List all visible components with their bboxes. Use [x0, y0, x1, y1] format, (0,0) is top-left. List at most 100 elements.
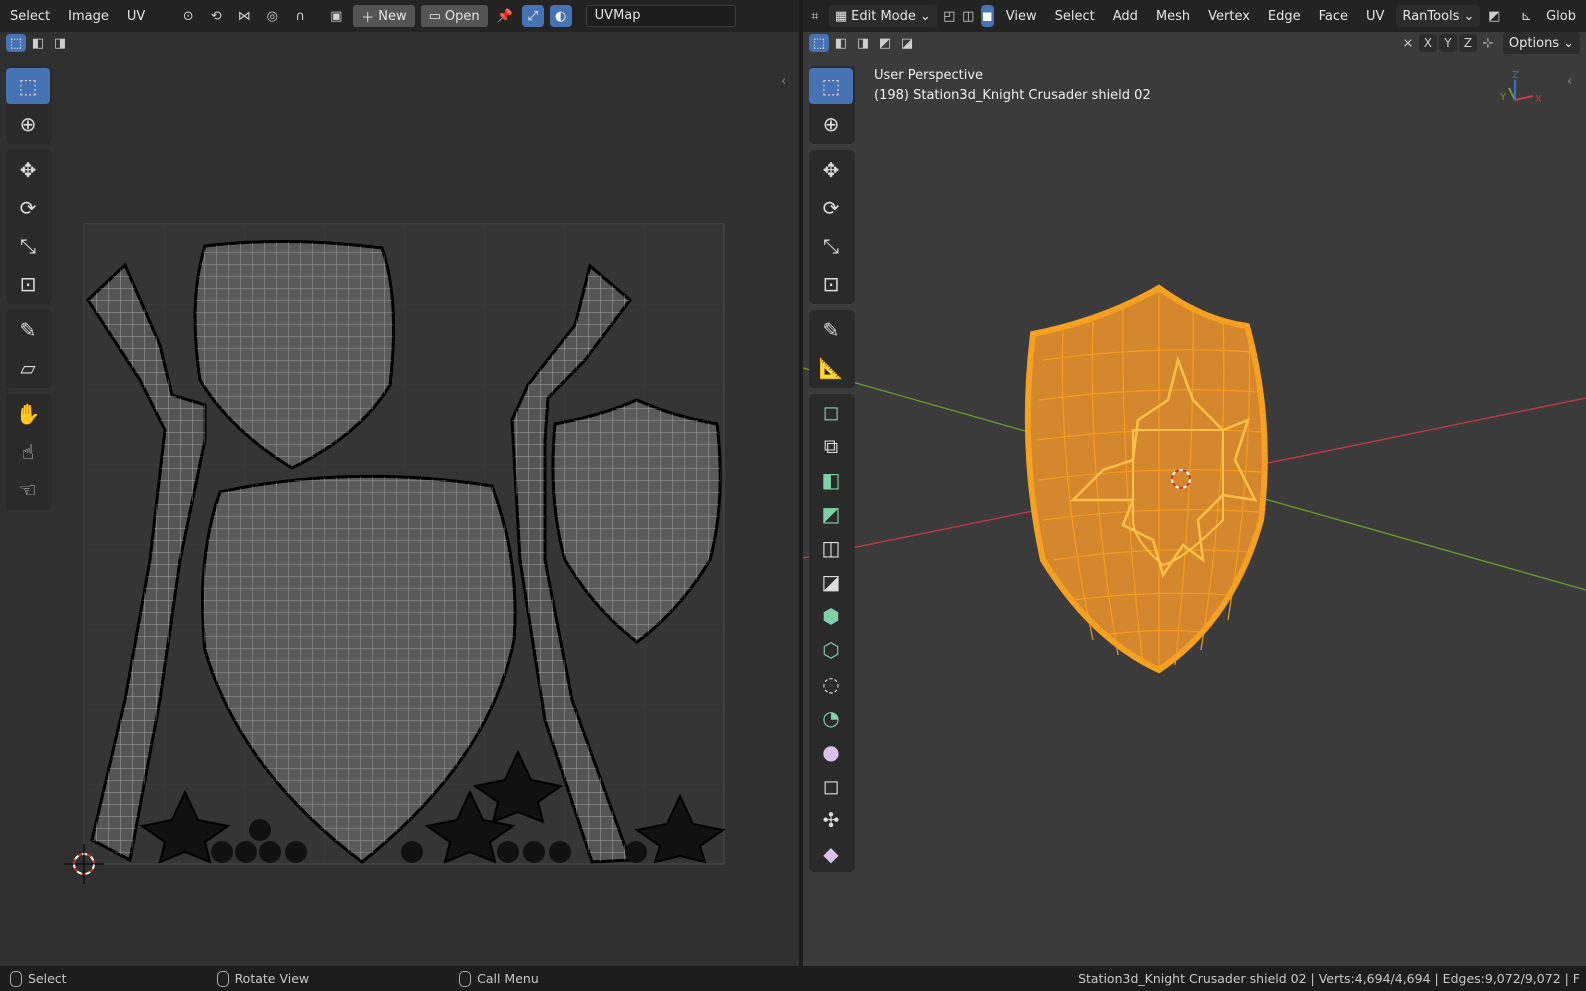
- vp-menu-edge[interactable]: Edge: [1262, 6, 1307, 27]
- rip-tool[interactable]: ▱: [6, 350, 50, 386]
- mirror-icon[interactable]: ⨯: [1399, 34, 1417, 52]
- edge-select-icon[interactable]: ◫: [962, 5, 975, 27]
- vp-menu-select[interactable]: Select: [1049, 6, 1101, 27]
- edge-slide-tool[interactable]: ◔: [809, 702, 853, 734]
- shield-mesh: [1024, 284, 1268, 674]
- pivot-icon[interactable]: ⊙: [177, 5, 199, 27]
- select-box-tool[interactable]: ⬚: [809, 68, 853, 104]
- smooth-tool[interactable]: ◌: [809, 668, 853, 700]
- vp-menu-add[interactable]: Add: [1107, 6, 1144, 27]
- open-image-button[interactable]: ▭ Open: [420, 5, 488, 27]
- scale-tool[interactable]: ⤡: [6, 228, 50, 264]
- face-select-icon[interactable]: ◼: [980, 5, 994, 27]
- select-extend-icon[interactable]: ◧: [831, 34, 851, 52]
- sidebar-toggle-icon[interactable]: ‹: [1567, 74, 1572, 89]
- select-extend-icon[interactable]: ◧: [28, 34, 48, 52]
- uv-sync-icon[interactable]: ⟲: [205, 5, 227, 27]
- vp-menu-view[interactable]: View: [1000, 6, 1043, 27]
- uv-island-star-2: [424, 789, 516, 864]
- vp-menu-vertex[interactable]: Vertex: [1202, 6, 1256, 27]
- loop-cut-tool[interactable]: ◫: [809, 532, 853, 564]
- measure-tool[interactable]: 📐: [809, 350, 853, 386]
- select-box-tool[interactable]: ⬚: [6, 68, 50, 104]
- annotate-tool[interactable]: ✎: [809, 312, 853, 348]
- move-tool[interactable]: ✥: [809, 152, 853, 188]
- orientation-label[interactable]: Glob: [1540, 6, 1582, 27]
- select-intersect-icon[interactable]: ◪: [897, 34, 917, 52]
- add-cube-tool[interactable]: ◻: [809, 396, 853, 428]
- rotate-tool[interactable]: ⟳: [809, 190, 853, 226]
- uv-menu-uv[interactable]: UV: [121, 6, 151, 27]
- mouse-right-icon: [459, 970, 472, 987]
- vp-menu-mesh[interactable]: Mesh: [1150, 6, 1196, 27]
- display-channels-icon[interactable]: ◐: [549, 5, 572, 27]
- mirror-x-toggle[interactable]: X: [1418, 34, 1437, 52]
- spin-tool[interactable]: ⬡: [809, 634, 853, 666]
- shading-icon[interactable]: ◩: [1486, 5, 1502, 27]
- rantools-dropdown[interactable]: RanTools ⌄: [1396, 5, 1481, 27]
- inset-faces-tool[interactable]: ◧: [809, 464, 853, 496]
- extrude-region-tool[interactable]: ⧉: [809, 430, 853, 462]
- auto-merge-icon[interactable]: ⊹: [1479, 34, 1497, 52]
- transform-tool[interactable]: ⊡: [6, 266, 50, 302]
- proportional-edit-icon[interactable]: ◎: [261, 5, 283, 27]
- mode-dropdown[interactable]: ▦ Edit Mode ⌄: [828, 5, 937, 27]
- image-browse-icon[interactable]: ▣: [325, 5, 347, 27]
- vp-menu-face[interactable]: Face: [1313, 6, 1354, 27]
- poly-build-tool[interactable]: ⬢: [809, 600, 853, 632]
- mirror-z-toggle[interactable]: Z: [1458, 34, 1477, 52]
- mouse-left-icon: [10, 970, 22, 987]
- uv-island-shield-small: [551, 398, 722, 644]
- transform-tool[interactable]: ⊡: [809, 266, 853, 302]
- snap-icon[interactable]: ⋈: [233, 5, 255, 27]
- new-image-button[interactable]: ＋ New: [353, 5, 415, 27]
- options-dropdown[interactable]: Options ⌄: [1502, 32, 1580, 54]
- uvmap-field[interactable]: UVMap: [585, 5, 736, 27]
- vertex-select-icon[interactable]: ◰: [943, 5, 956, 27]
- bevel-tool[interactable]: ◩: [809, 498, 853, 530]
- select-new-icon[interactable]: ⬚: [6, 34, 26, 52]
- shear-tool[interactable]: ◻: [809, 770, 853, 802]
- uv-island-strap-right: [510, 263, 633, 864]
- uv-menu-select[interactable]: Select: [4, 6, 56, 27]
- mode-label: Edit Mode: [851, 8, 916, 24]
- 3d-viewport[interactable]: ⌗ ▦ Edit Mode ⌄ ◰ ◫ ◼ View Select Add Mesh…: [803, 0, 1586, 966]
- select-invert-icon[interactable]: ◩: [875, 34, 895, 52]
- viewport-header: ⌗ ▦ Edit Mode ⌄ ◰ ◫ ◼ View Select Add Mesh…: [803, 0, 1586, 32]
- grab-tool[interactable]: ✋: [6, 396, 50, 432]
- chevron-down-icon: ⌄: [1563, 35, 1574, 51]
- mirror-y-toggle[interactable]: Y: [1438, 34, 1457, 52]
- viewport-subheader: ⬚ ◧ ◨ ◩ ◪ ⨯ X Y Z ⊹ Options ⌄: [803, 32, 1586, 54]
- pin-icon[interactable]: 📌: [494, 5, 516, 27]
- select-subtract-icon[interactable]: ◨: [853, 34, 873, 52]
- rip-region-tool[interactable]: ✣: [809, 804, 853, 836]
- annotate-tool[interactable]: ✎: [6, 312, 50, 348]
- viewport-canvas: X Y Z: [803, 70, 1586, 674]
- uv-menu-image[interactable]: Image: [62, 6, 115, 27]
- cursor-tool[interactable]: ⊕: [6, 106, 50, 142]
- scale-tool[interactable]: ⤡: [809, 228, 853, 264]
- select-subtract-icon[interactable]: ◨: [50, 34, 70, 52]
- push-pull-tool[interactable]: ◆: [809, 838, 853, 870]
- sidebar-toggle-icon[interactable]: ‹: [781, 74, 786, 89]
- status-menu-label: Call Menu: [477, 971, 539, 986]
- rotate-tool[interactable]: ⟳: [6, 190, 50, 226]
- shrink-fatten-tool[interactable]: ●: [809, 736, 853, 768]
- object-label: (198) Station3d_Knight Crusader shield 0…: [874, 88, 1151, 103]
- uv-canvas: [64, 223, 726, 884]
- navigation-gizmo[interactable]: X Y Z: [1499, 70, 1542, 105]
- vp-menu-uv[interactable]: UV: [1360, 6, 1390, 27]
- cursor-tool[interactable]: ⊕: [809, 106, 853, 142]
- falloff-icon[interactable]: ∩: [289, 5, 311, 27]
- editor-type-icon[interactable]: ⌗: [807, 5, 823, 27]
- pinch-tool[interactable]: ☜: [6, 472, 50, 508]
- transform-orientation-icon[interactable]: ⊾: [1518, 5, 1534, 27]
- sticky-selection-icon[interactable]: ⤢: [521, 5, 544, 27]
- relax-tool[interactable]: ☝: [6, 434, 50, 470]
- select-new-icon[interactable]: ⬚: [809, 34, 829, 52]
- uv-editor[interactable]: Select Image UV ⊙ ⟲ ⋈ ◎ ∩ ▣ ＋ New ▭ Open 📌…: [0, 0, 799, 966]
- uv-2d-cursor: [64, 844, 104, 884]
- move-tool[interactable]: ✥: [6, 152, 50, 188]
- uv-island-star-1: [139, 789, 231, 864]
- knife-tool[interactable]: ◪: [809, 566, 853, 598]
